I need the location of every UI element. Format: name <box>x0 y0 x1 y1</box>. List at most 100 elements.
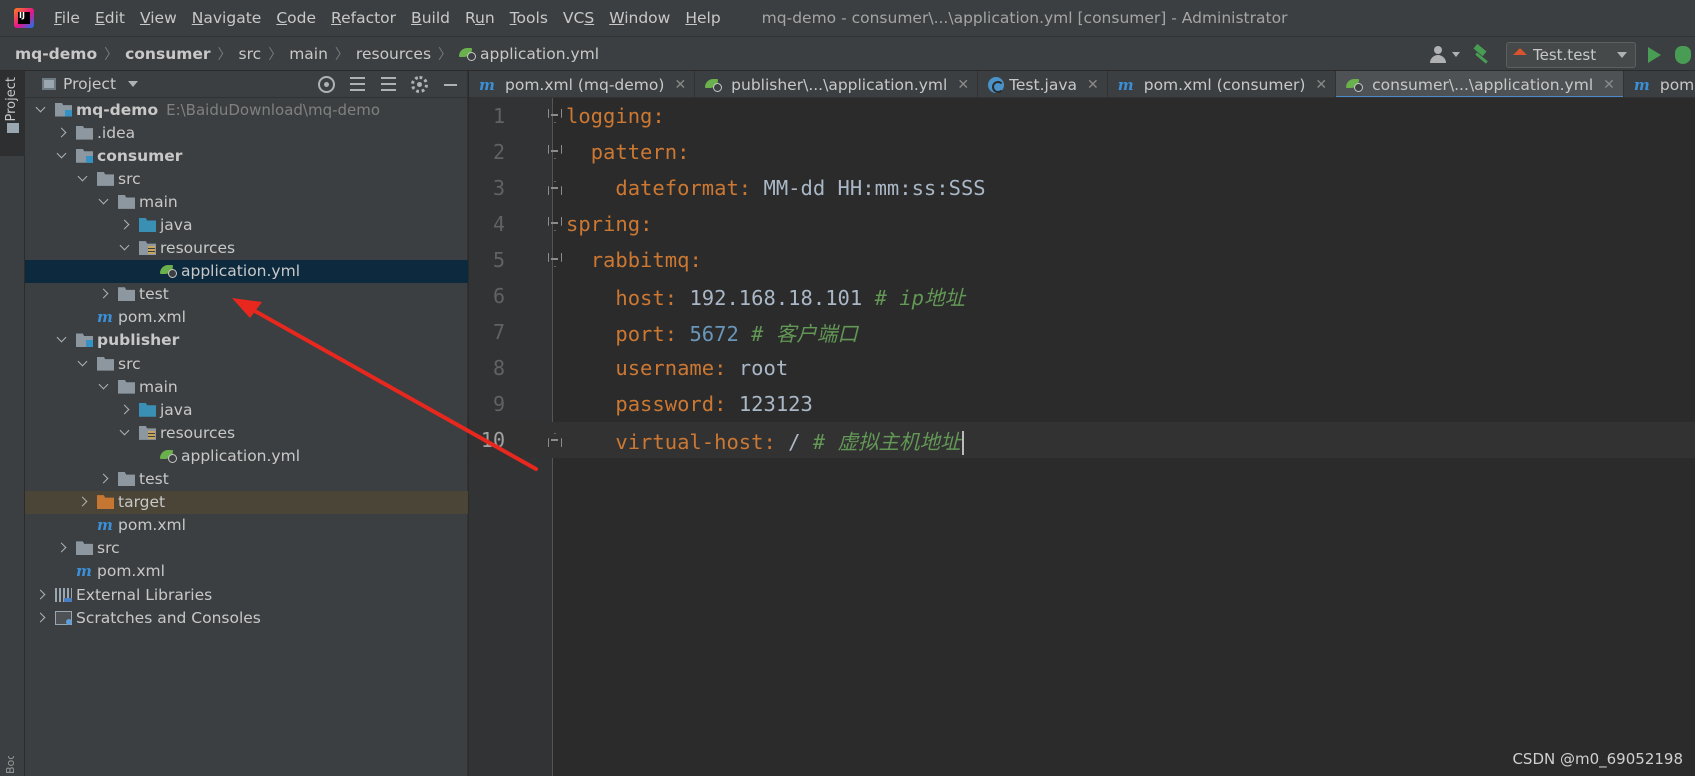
tree-item[interactable]: java <box>25 398 468 421</box>
chevron-right-icon[interactable] <box>98 473 110 485</box>
chevron-down-icon[interactable] <box>128 81 139 87</box>
expand-all-icon[interactable] <box>349 76 366 93</box>
tree-item[interactable]: java <box>25 213 468 236</box>
tree-item[interactable]: resources <box>25 237 468 260</box>
code-line[interactable]: 9 password: 123123 <box>469 386 1695 422</box>
tree-item[interactable]: publisher <box>25 329 468 352</box>
editor-tab[interactable]: publisher\...\application.yml ✕ <box>695 71 979 97</box>
menu-file[interactable]: File <box>54 9 80 27</box>
fold-close-icon[interactable] <box>548 433 562 447</box>
breadcrumb-item[interactable]: consumer <box>125 45 210 63</box>
close-icon[interactable]: ✕ <box>1087 77 1099 93</box>
editor-tab[interactable]: m pom.xml <box>1624 71 1695 97</box>
close-icon[interactable]: ✕ <box>957 77 969 93</box>
breadcrumb-item[interactable]: application.yml <box>480 45 599 63</box>
menu-tools[interactable]: Tools <box>510 9 548 27</box>
tree-item[interactable]: External Libraries <box>25 583 468 606</box>
chevron-right-icon[interactable] <box>56 542 68 554</box>
close-icon[interactable]: ✕ <box>674 77 686 93</box>
run-configuration-select[interactable]: Test.test <box>1506 41 1636 68</box>
close-icon[interactable]: ✕ <box>1315 77 1327 93</box>
tree-item[interactable]: m pom.xml <box>25 560 468 583</box>
chevron-down-icon[interactable] <box>35 104 47 116</box>
tree-item[interactable]: m pom.xml <box>25 514 468 537</box>
editor-tab[interactable]: m pom.xml (mq-demo) ✕ <box>469 71 696 97</box>
menu-window[interactable]: Window <box>609 9 670 27</box>
tree-item[interactable]: mq-demo E:\BaiduDownload\mq-demo <box>25 98 468 121</box>
chevron-down-icon[interactable] <box>77 173 89 185</box>
menu-navigate[interactable]: Navigate <box>192 9 262 27</box>
debug-bug-icon[interactable] <box>1675 45 1691 64</box>
project-view-selector[interactable]: Project <box>63 75 116 93</box>
fold-open-icon[interactable] <box>548 145 562 159</box>
editor-tab[interactable]: Test.java ✕ <box>978 71 1108 97</box>
tree-item[interactable]: src <box>25 167 468 190</box>
collapse-all-icon[interactable] <box>380 76 397 93</box>
fold-open-icon[interactable] <box>548 109 562 123</box>
menu-help[interactable]: Help <box>685 9 720 27</box>
tree-item[interactable]: main <box>25 190 468 213</box>
editor-tab[interactable]: m pom.xml (consumer) ✕ <box>1108 71 1337 97</box>
tree-item[interactable]: consumer <box>25 144 468 167</box>
chevron-down-icon[interactable] <box>98 196 110 208</box>
select-opened-file-icon[interactable] <box>318 76 335 93</box>
code-editor[interactable]: 1 logging: 2 pattern: 3 dateformat: MM-dd H… <box>469 98 1695 776</box>
chevron-down-icon[interactable] <box>56 334 68 346</box>
code-line[interactable]: 10 virtual-host: / # 虚拟主机地址 <box>469 422 1695 458</box>
chevron-right-icon[interactable] <box>119 404 131 416</box>
chevron-down-icon[interactable] <box>56 150 68 162</box>
code-line[interactable]: 8 username: root <box>469 350 1695 386</box>
chevron-right-icon[interactable] <box>77 496 89 508</box>
build-hammer-icon[interactable] <box>1472 45 1492 65</box>
editor-tab[interactable]: consumer\...\application.yml ✕ <box>1336 71 1624 97</box>
code-line[interactable]: 1 logging: <box>469 98 1695 134</box>
tree-item[interactable]: target <box>25 490 468 514</box>
code-line[interactable]: 4 spring: <box>469 206 1695 242</box>
chevron-down-icon[interactable] <box>98 381 110 393</box>
menu-build[interactable]: Build <box>411 9 450 27</box>
menu-view[interactable]: View <box>140 9 177 27</box>
tree-item[interactable]: m pom.xml <box>25 306 468 329</box>
tree-item[interactable]: test <box>25 468 468 491</box>
fold-close-icon[interactable] <box>548 181 562 195</box>
chevron-right-icon[interactable] <box>56 127 68 139</box>
tree-item[interactable]: main <box>25 375 468 398</box>
code-line[interactable]: 5 rabbitmq: <box>469 242 1695 278</box>
menu-edit[interactable]: Edit <box>95 9 125 27</box>
code-line[interactable]: 7 port: 5672 # 客户端口 <box>469 314 1695 350</box>
fold-open-icon[interactable] <box>548 253 562 267</box>
chevron-right-icon[interactable] <box>35 612 47 624</box>
menu-code[interactable]: Code <box>276 9 316 27</box>
chevron-right-icon[interactable] <box>98 288 110 300</box>
project-tool-window-button[interactable]: Project <box>0 71 25 156</box>
menu-run[interactable]: Run <box>465 9 495 27</box>
user-icon[interactable] <box>1430 45 1460 65</box>
chevron-down-icon[interactable] <box>119 242 131 254</box>
code-line[interactable]: 2 pattern: <box>469 134 1695 170</box>
code-line[interactable]: 6 host: 192.168.18.101 # ip地址 <box>469 278 1695 314</box>
chevron-right-icon[interactable] <box>35 589 47 601</box>
breadcrumb-item[interactable]: main <box>289 45 328 63</box>
tree-item[interactable]: test <box>25 283 468 306</box>
tree-item[interactable]: resources <box>25 421 468 444</box>
tree-item[interactable]: application.yml <box>25 259 468 283</box>
run-play-icon[interactable] <box>1648 46 1661 63</box>
fold-open-icon[interactable] <box>548 217 562 231</box>
code-line[interactable]: 3 dateformat: MM-dd HH:mm:ss:SSS <box>469 170 1695 206</box>
tree-item[interactable]: application.yml <box>25 444 468 467</box>
close-icon[interactable]: ✕ <box>1603 77 1615 93</box>
tree-item[interactable]: .idea <box>25 121 468 144</box>
menu-vcs[interactable]: VCS <box>563 9 594 27</box>
bookmarks-tool-label[interactable]: Bookmarks <box>4 756 17 774</box>
chevron-down-icon[interactable] <box>77 358 89 370</box>
tree-item[interactable]: src <box>25 352 468 375</box>
chevron-right-icon[interactable] <box>119 219 131 231</box>
chevron-down-icon[interactable] <box>119 427 131 439</box>
breadcrumb-item[interactable]: resources <box>356 45 431 63</box>
breadcrumb-item[interactable]: mq-demo <box>15 45 97 63</box>
hide-panel-icon[interactable] <box>442 76 459 93</box>
menu-refactor[interactable]: Refactor <box>331 9 396 27</box>
tree-item[interactable]: src <box>25 537 468 560</box>
gear-icon[interactable] <box>411 76 428 93</box>
breadcrumb-item[interactable]: src <box>239 45 262 63</box>
